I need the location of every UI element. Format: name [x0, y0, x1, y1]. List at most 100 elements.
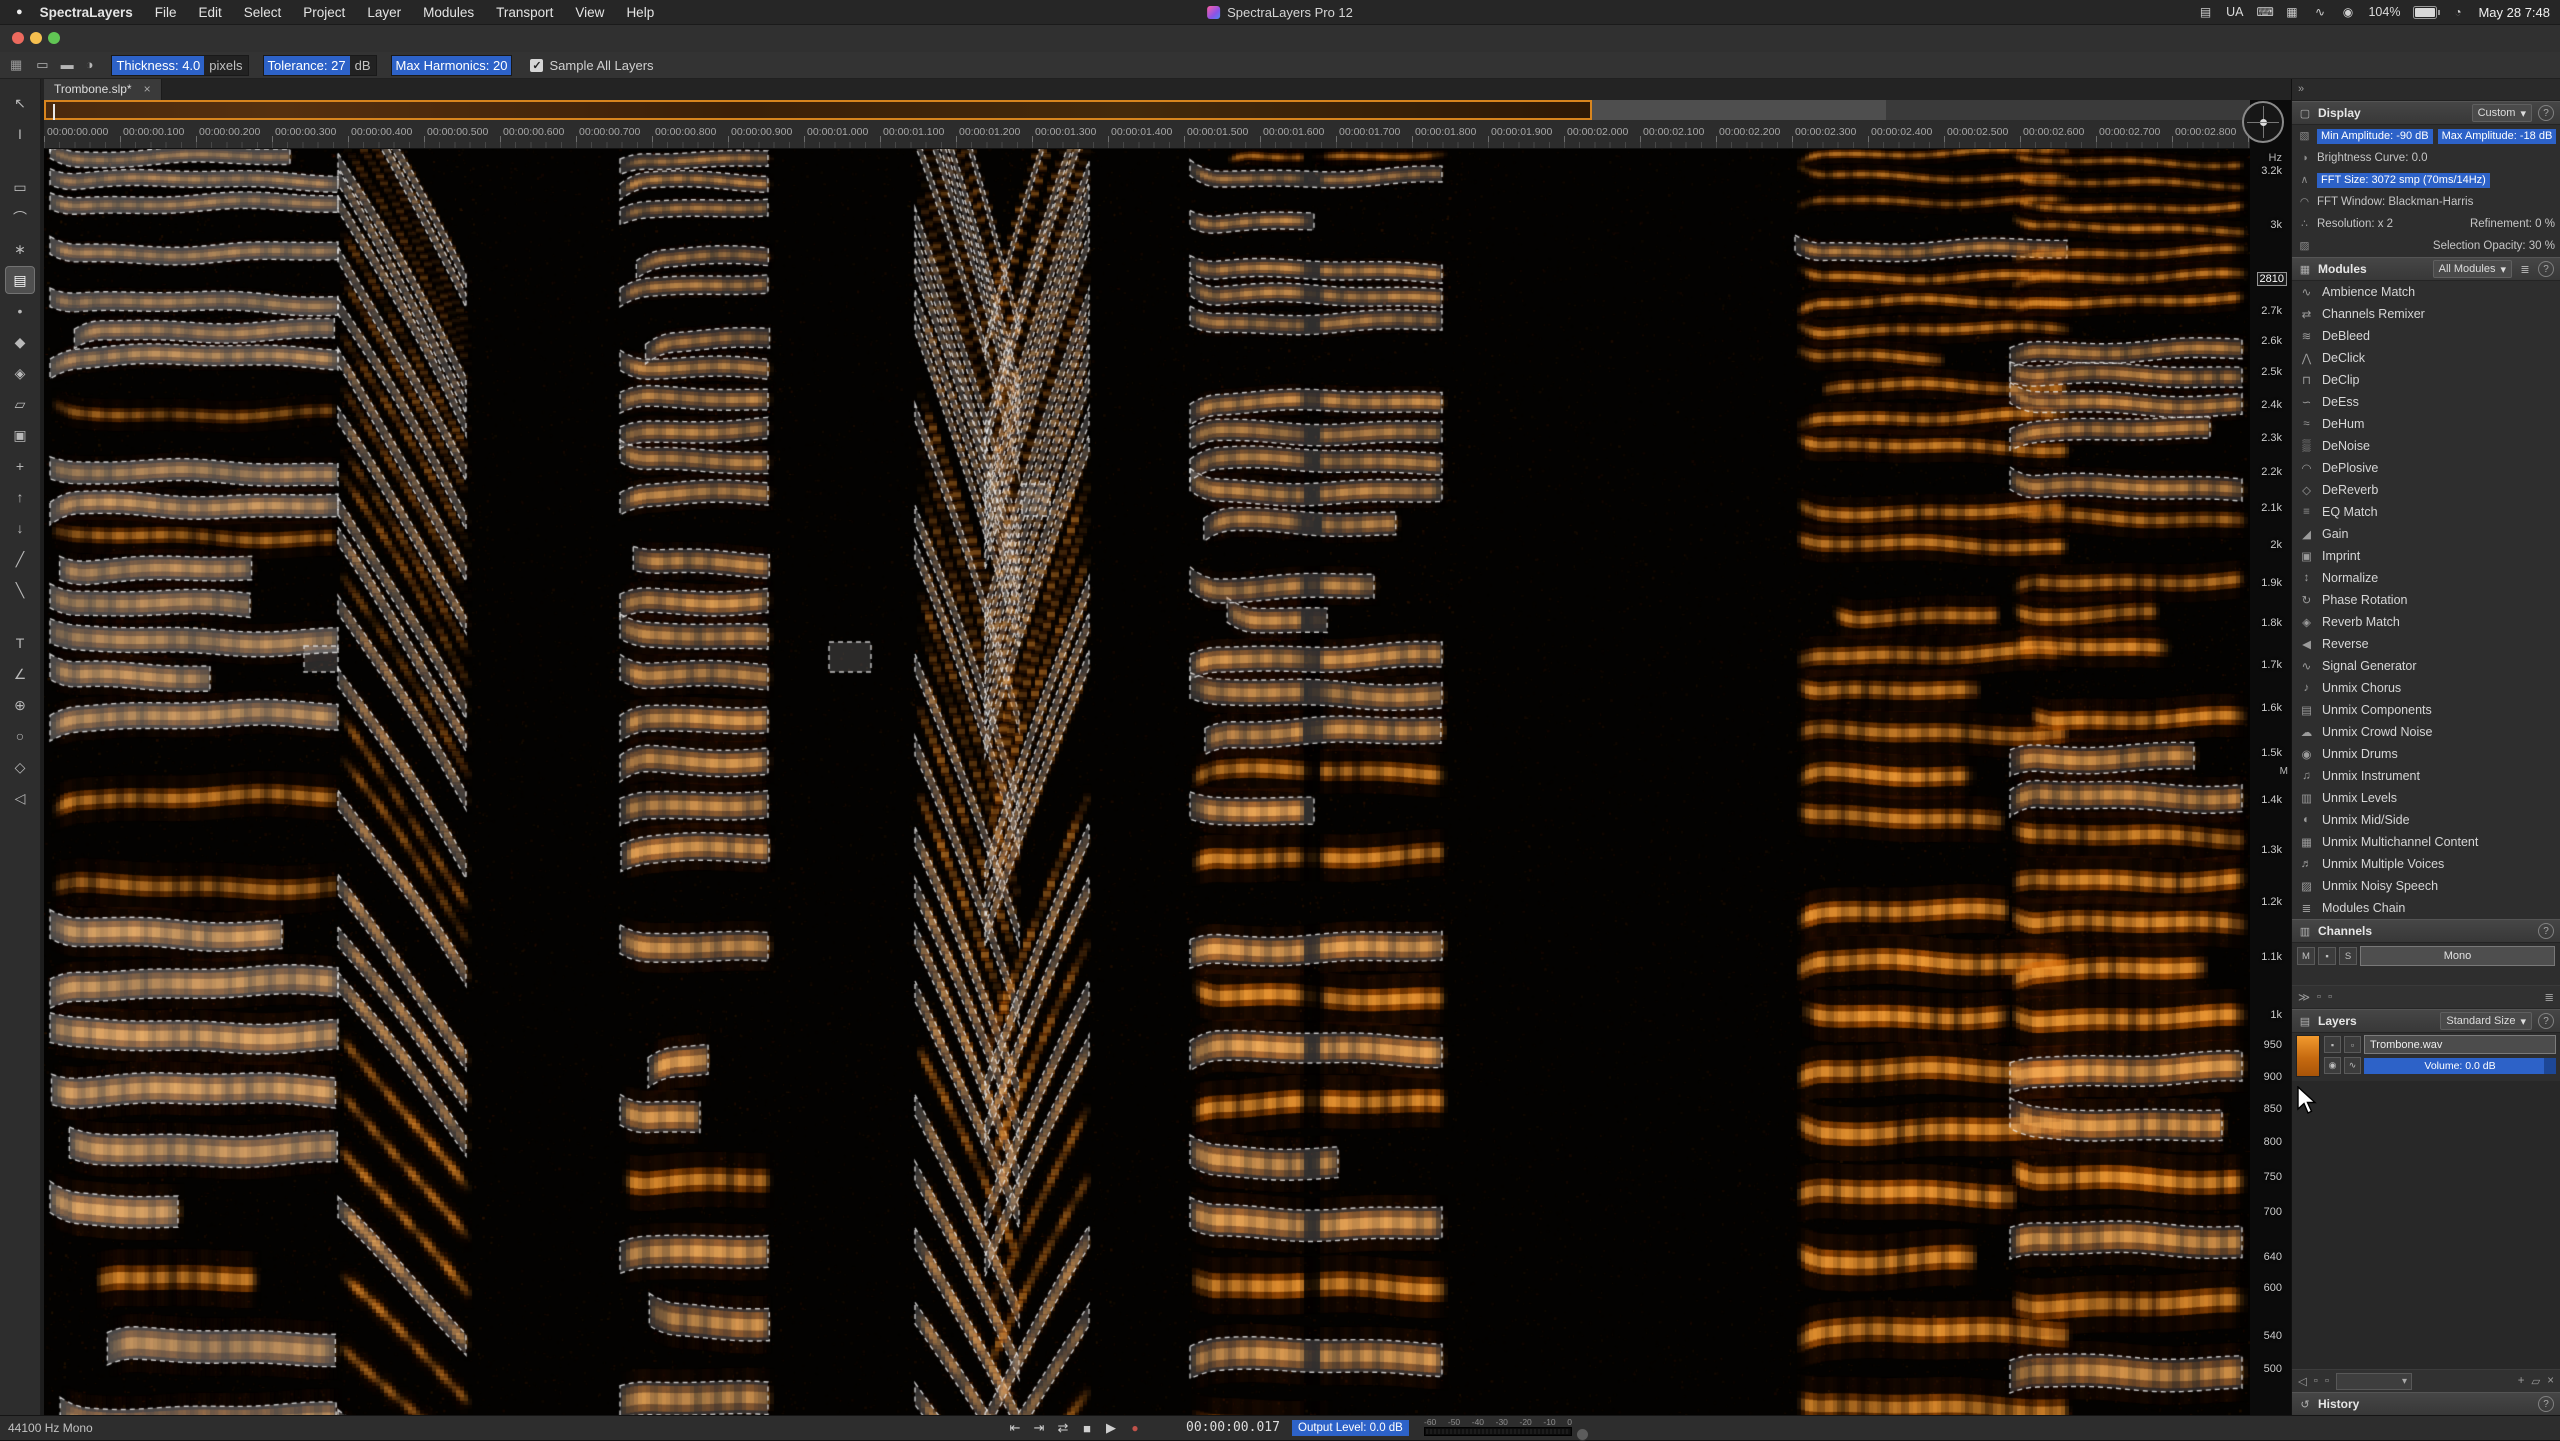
module-modules-chain[interactable]: ≣Modules Chain [2292, 897, 2560, 919]
menu-modules[interactable]: Modules [412, 5, 485, 20]
max-harmonics-field[interactable]: Max Harmonics: 20 [391, 55, 513, 76]
module-unmix-levels[interactable]: ▥Unmix Levels [2292, 787, 2560, 809]
go-to-end-button[interactable]: ⇥ [1032, 1420, 1046, 1436]
apple-menu-icon[interactable]: ● [16, 6, 23, 18]
layers-help-button[interactable]: ? [2538, 1013, 2554, 1029]
time-ruler[interactable]: 00:00:00.00000:00:00.10000:00:00.20000:0… [44, 120, 2250, 149]
menu-view[interactable]: View [564, 5, 615, 20]
menu-project[interactable]: Project [292, 5, 356, 20]
group-layer-button[interactable]: ▱ [2531, 1374, 2540, 1388]
module-signal-generator[interactable]: ∿Signal Generator [2292, 655, 2560, 677]
module-unmix-crowd-noise[interactable]: ☁Unmix Crowd Noise [2292, 721, 2560, 743]
document-tab[interactable]: Trombone.slp* × [44, 78, 162, 100]
status-dot-icon[interactable]: ◉ [2340, 5, 2355, 19]
lasso-selection-tool[interactable]: ⌒ [6, 205, 34, 231]
harmonics-selection-tool[interactable]: ▤ [6, 267, 34, 293]
module-unmix-drums[interactable]: ◉Unmix Drums [2292, 743, 2560, 765]
add-layer-button[interactable]: + [2518, 1375, 2525, 1387]
modules-help-button[interactable]: ? [2538, 261, 2554, 277]
text-tool[interactable]: T [6, 630, 34, 656]
channel-box1-icon[interactable]: ▫ [2317, 991, 2321, 1003]
window-close-button[interactable] [12, 32, 24, 44]
module-declick[interactable]: ⋀DeClick [2292, 347, 2560, 369]
menu-layer[interactable]: Layer [356, 5, 412, 20]
module-normalize[interactable]: ↕Normalize [2292, 567, 2560, 589]
channel-chevron-icon[interactable]: ≫ [2298, 990, 2310, 1004]
selection-opacity-field[interactable]: Selection Opacity: 30 % [2433, 240, 2555, 252]
tab-close-icon[interactable]: × [144, 82, 151, 96]
grid-icon[interactable]: ▦ [2284, 5, 2299, 19]
go-to-start-button[interactable]: ⇤ [1008, 1420, 1022, 1436]
tool-options-grid-icon[interactable]: ▦ [10, 57, 22, 73]
module-reverse[interactable]: ◀Reverse [2292, 633, 2560, 655]
module-denoise[interactable]: ▒DeNoise [2292, 435, 2560, 457]
layer-wave-button[interactable]: ∿ [2344, 1057, 2361, 1074]
module-dehum[interactable]: ≈DeHum [2292, 413, 2560, 435]
channels-help-button[interactable]: ? [2538, 923, 2554, 939]
channel-mono-button[interactable]: Mono [2360, 946, 2555, 966]
brightness-curve-field[interactable]: Brightness Curve: 0.0 [2317, 152, 2428, 164]
measure-tool[interactable]: ∠ [6, 661, 34, 687]
refinement-field[interactable]: Refinement: 0 % [2470, 218, 2555, 230]
channels-section-header[interactable]: ▥ Channels ? [2292, 919, 2560, 943]
layer-options-dropdown[interactable]: ▾ [2336, 1373, 2412, 1390]
delete-layer-button[interactable]: × [2547, 1375, 2554, 1387]
module-unmix-components[interactable]: ▤Unmix Components [2292, 699, 2560, 721]
channel-mixer-icon[interactable]: ≣ [2544, 990, 2554, 1004]
brush-selection-tool[interactable]: ◆ [6, 329, 34, 355]
stop-button[interactable]: ■ [1080, 1421, 1094, 1436]
activity-icon[interactable]: ∿ [2312, 5, 2327, 19]
modules-list-view-icon[interactable]: ≣ [2518, 263, 2532, 276]
playback-tool[interactable]: I [6, 121, 34, 147]
channel-solo-button[interactable]: S [2339, 947, 2357, 965]
modules-section-header[interactable]: ▦ Modules All Modules ▾ ≣ ? [2292, 257, 2560, 281]
module-ambience-match[interactable]: ∿Ambience Match [2292, 281, 2560, 303]
layer-name[interactable]: Trombone.wav [2364, 1035, 2556, 1054]
fft-window-field[interactable]: FFT Window: Blackman-Harris [2317, 196, 2473, 208]
module-phase-rotation[interactable]: ↻Phase Rotation [2292, 589, 2560, 611]
module-unmix-chorus[interactable]: ♪Unmix Chorus [2292, 677, 2560, 699]
module-unmix-multiple-voices[interactable]: ♬Unmix Multiple Voices [2292, 853, 2560, 875]
attenuate-tool[interactable]: ↓ [6, 515, 34, 541]
display-section-header[interactable]: ▢ Display Custom ▾ ? [2292, 101, 2560, 125]
dot-selection-tool[interactable]: • [6, 298, 34, 324]
display-preset-dropdown[interactable]: Custom ▾ [2472, 104, 2532, 122]
output-level-field[interactable]: Output Level: 0.0 dB [1292, 1420, 1409, 1436]
play-button[interactable]: ▶ [1104, 1420, 1118, 1436]
panel-expand-icon[interactable]: » [2298, 83, 2304, 95]
display-icon[interactable]: ▤ [2198, 5, 2213, 19]
eraser-tool[interactable]: ▱ [6, 391, 34, 417]
modules-filter-dropdown[interactable]: All Modules ▾ [2433, 260, 2512, 278]
window-minimize-button[interactable] [30, 32, 42, 44]
meter-knob[interactable] [1576, 1428, 1589, 1441]
menubar-clock[interactable]: May 28 7:48 [2478, 5, 2550, 20]
module-deess[interactable]: ∽DeEss [2292, 391, 2560, 413]
history-section-header[interactable]: ↺ History ? [2292, 1392, 2560, 1416]
layer-flat1-icon[interactable]: ▫ [2314, 1375, 2318, 1387]
spectrogram-view[interactable] [44, 148, 2250, 1416]
sample-all-layers-checkbox[interactable]: ✓ Sample All Layers [530, 58, 653, 73]
window-zoom-button[interactable] [48, 32, 60, 44]
layer-flat2-icon[interactable]: ▫ [2325, 1375, 2329, 1387]
frequency-ruler[interactable]: M Hz3.2k3k28102.7k2.6k2.5k2.4k2.3k2.2k2.… [2250, 100, 2292, 1416]
pattern-selection-tool[interactable]: ◈ [6, 360, 34, 386]
brush-tip-round-icon[interactable]: ▬ [61, 57, 74, 73]
knife-tool[interactable]: ╱ [6, 546, 34, 572]
brush-tip-flat-icon[interactable]: ▭ [36, 57, 48, 73]
pencil-tool[interactable]: ╲ [6, 577, 34, 603]
keyboard-icon[interactable]: ⌨ [2256, 5, 2271, 19]
layer-color-swatch[interactable] [2296, 1035, 2320, 1077]
module-channels-remixer[interactable]: ⇄Channels Remixer [2292, 303, 2560, 325]
layers-empty-area[interactable] [2292, 1081, 2560, 1369]
magic-wand-tool[interactable]: ∗ [6, 236, 34, 262]
module-declip[interactable]: ⊓DeClip [2292, 369, 2560, 391]
module-unmix-mid-side[interactable]: ◐Unmix Mid/Side [2292, 809, 2560, 831]
timeline-overview[interactable] [44, 100, 2250, 120]
navigation-dial[interactable] [2242, 101, 2284, 143]
rectangular-selection-tool[interactable]: ▭ [6, 174, 34, 200]
layer-visibility-button[interactable]: ◉ [2324, 1057, 2341, 1074]
input-source-label[interactable]: UA [2226, 5, 2243, 19]
layer-item[interactable]: ▪ ▫ Trombone.wav ◉ ∿ Volume: 0.0 dB [2292, 1033, 2560, 1081]
menu-spectralayers[interactable]: SpectraLayers [29, 5, 144, 20]
max-amplitude-field[interactable]: Max Amplitude: -18 dB [2438, 129, 2557, 144]
